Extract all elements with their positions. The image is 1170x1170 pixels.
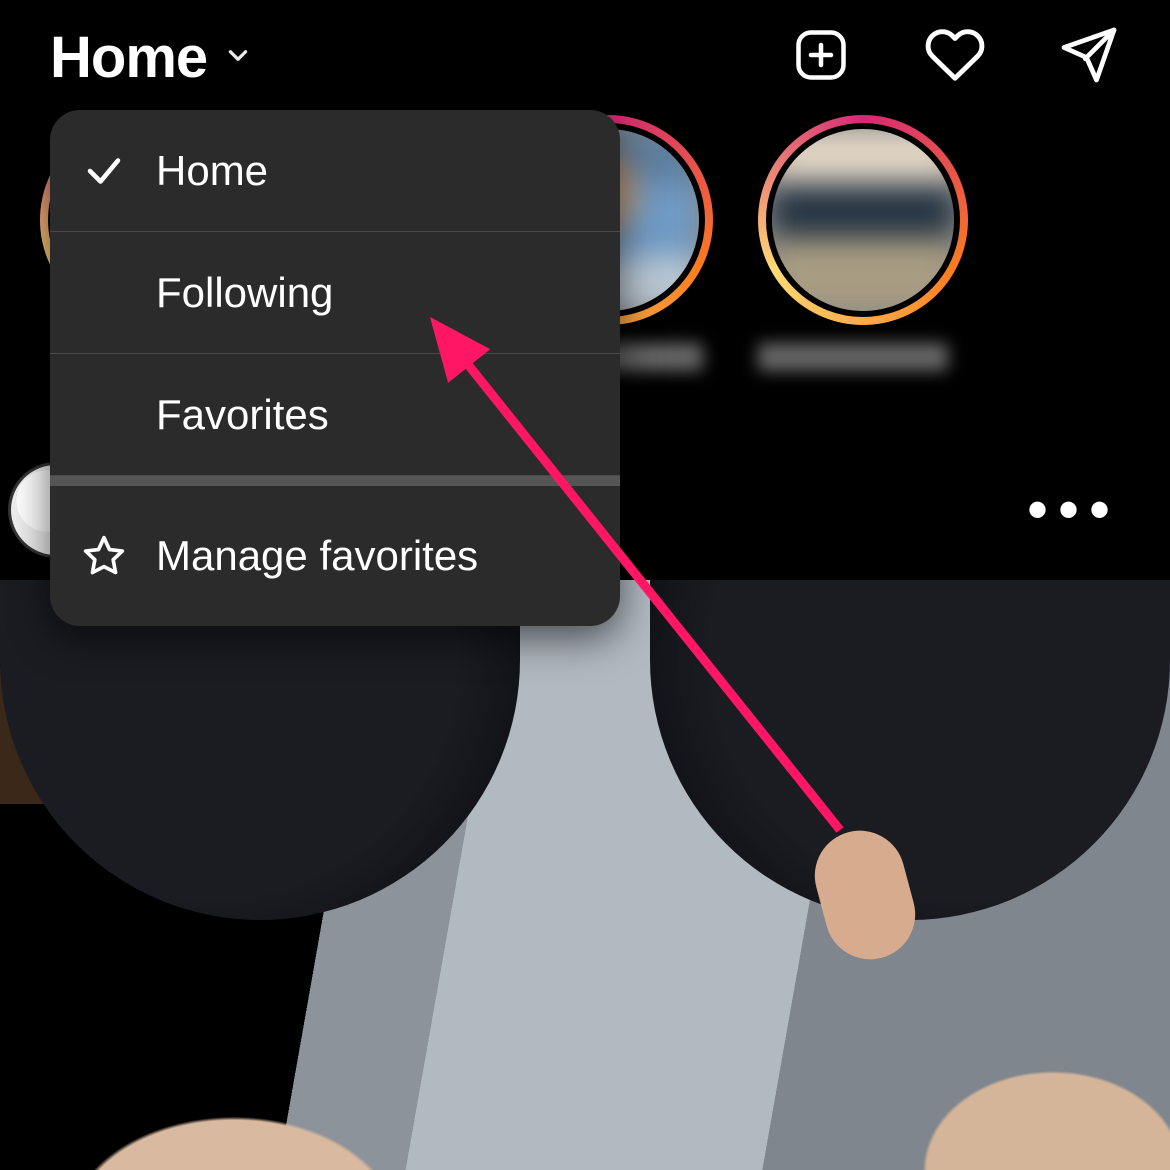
dropdown-item-following[interactable]: Following (50, 232, 620, 354)
create-button[interactable] (790, 27, 852, 89)
top-bar: Home (0, 0, 1170, 115)
post-photo-placeholder (0, 580, 1170, 1170)
activity-button[interactable] (924, 27, 986, 89)
post-image[interactable] (0, 580, 1170, 1170)
check-icon (80, 150, 128, 192)
messages-button[interactable] (1058, 27, 1120, 89)
send-icon (1059, 25, 1119, 90)
dropdown-manage-favorites[interactable]: Manage favorites (50, 486, 620, 626)
feed-title: Home (50, 24, 207, 91)
dropdown-item-favorites[interactable]: Favorites (50, 354, 620, 476)
feed-dropdown: Home Following Favorites Manage favorite… (50, 110, 620, 626)
chevron-down-icon (225, 42, 251, 73)
app-root: Home (0, 0, 1170, 1170)
feed-switcher[interactable]: Home (50, 24, 251, 91)
story-username (758, 343, 948, 371)
dropdown-item-label: Home (156, 147, 268, 195)
heart-icon (924, 24, 986, 91)
dropdown-item-label: Favorites (156, 391, 329, 439)
dropdown-item-home[interactable]: Home (50, 110, 620, 232)
dropdown-separator (50, 476, 620, 486)
plus-square-icon (791, 25, 851, 90)
star-icon (80, 534, 128, 578)
more-icon: ••• (1027, 476, 1120, 543)
story-item[interactable] (758, 115, 918, 435)
dropdown-item-label: Following (156, 269, 333, 317)
top-bar-actions (790, 27, 1120, 89)
dropdown-item-label: Manage favorites (156, 532, 478, 580)
